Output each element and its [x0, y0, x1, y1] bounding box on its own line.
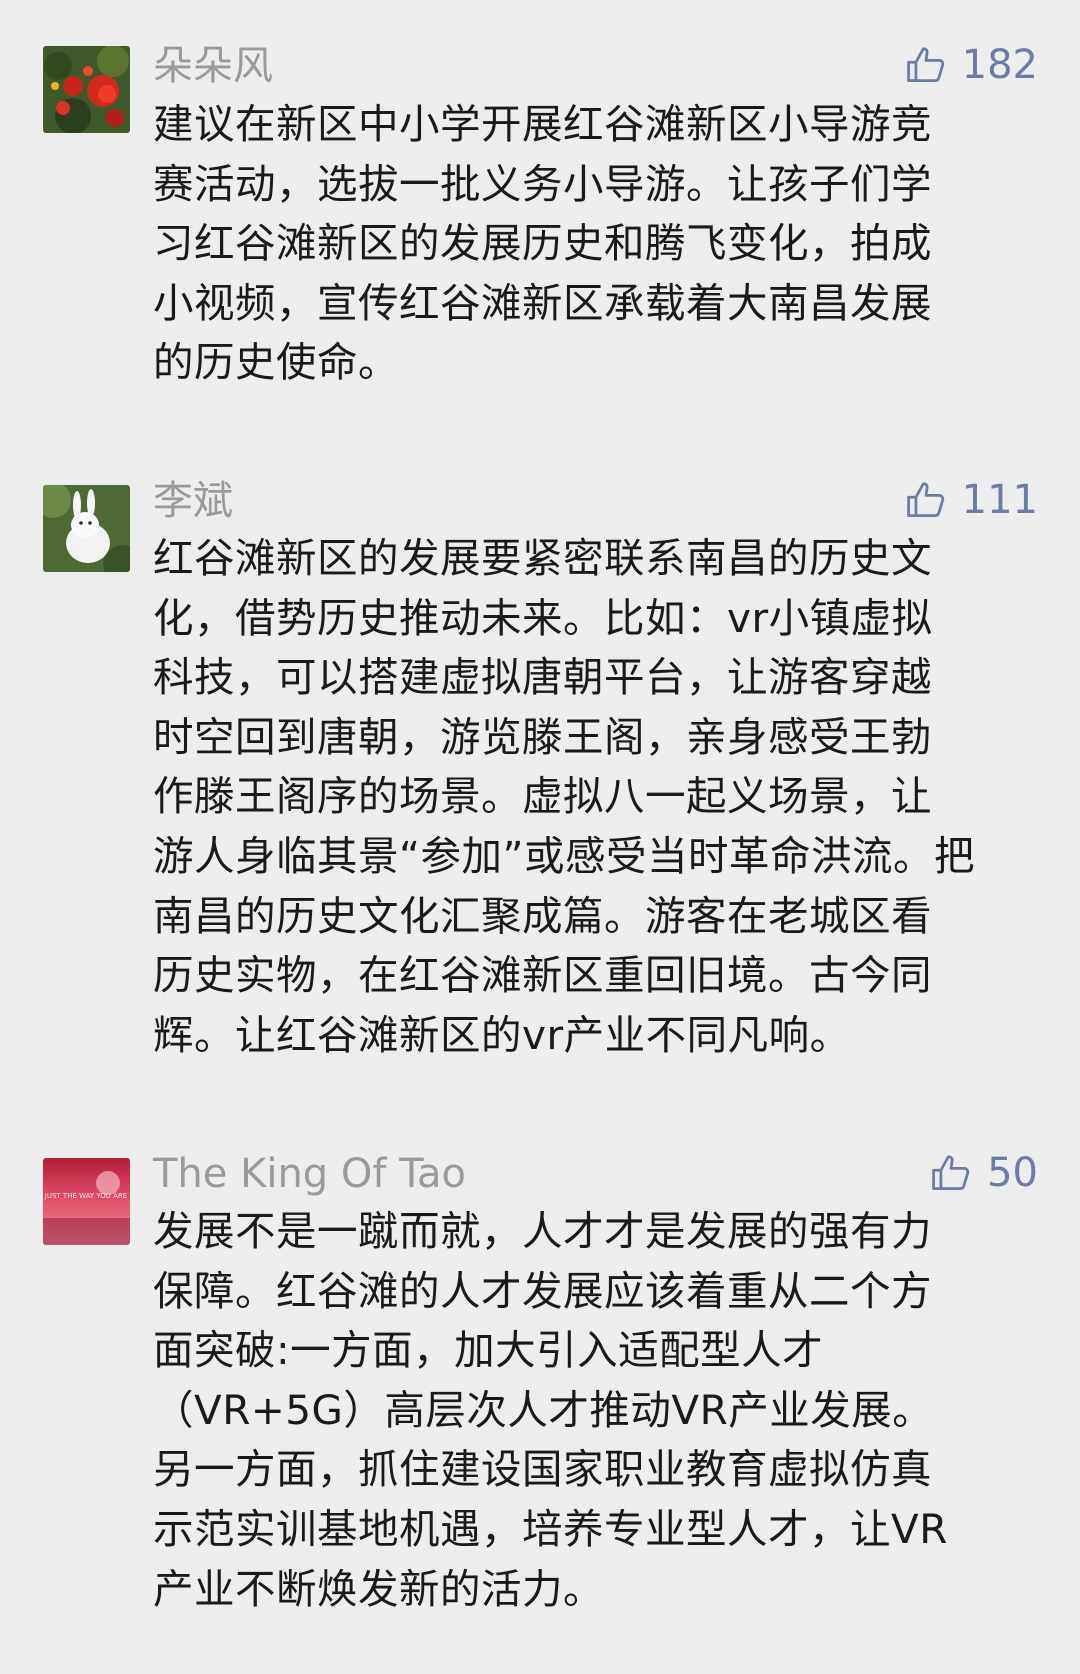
like-button[interactable]: 182 — [904, 41, 1038, 89]
comment-text: 发展不是一蹴而就，人才才是发展的强有力 保障。红谷滩的人才发展应该着重从二个方 … — [153, 1207, 948, 1613]
avatar[interactable] — [43, 46, 130, 133]
like-count: 50 — [987, 1150, 1038, 1196]
pink-sunset-avatar-icon: JUST THE WAY YOU ARE — [43, 1158, 130, 1245]
username[interactable]: 李斌 — [153, 477, 233, 525]
red-flowers-avatar-icon — [43, 46, 130, 133]
comment-text: 建议在新区中小学开展红谷滩新区小导游竞 赛活动，选拔一批义务小导游。让孩子们学 … — [153, 100, 932, 387]
avatar-caption: JUST THE WAY YOU ARE — [44, 1192, 127, 1200]
username[interactable]: 朵朵风 — [153, 42, 273, 90]
like-count: 111 — [961, 477, 1038, 523]
avatar[interactable]: JUST THE WAY YOU ARE — [43, 1158, 130, 1245]
avatar[interactable] — [43, 485, 130, 572]
like-button[interactable]: 50 — [929, 1149, 1038, 1197]
like-button[interactable]: 111 — [904, 476, 1038, 524]
comment-text: 红谷滩新区的发展要紧密联系南昌的历史文 化，借势历史推动未来。比如：vr小镇虚拟… — [153, 534, 975, 1059]
thumbs-up-icon — [932, 1155, 970, 1190]
thumbs-up-icon — [906, 47, 944, 82]
white-rabbit-avatar-icon — [43, 485, 130, 572]
thumbs-up-icon — [906, 482, 944, 517]
username[interactable]: The King Of Tao — [153, 1150, 466, 1198]
like-count: 182 — [961, 42, 1038, 88]
